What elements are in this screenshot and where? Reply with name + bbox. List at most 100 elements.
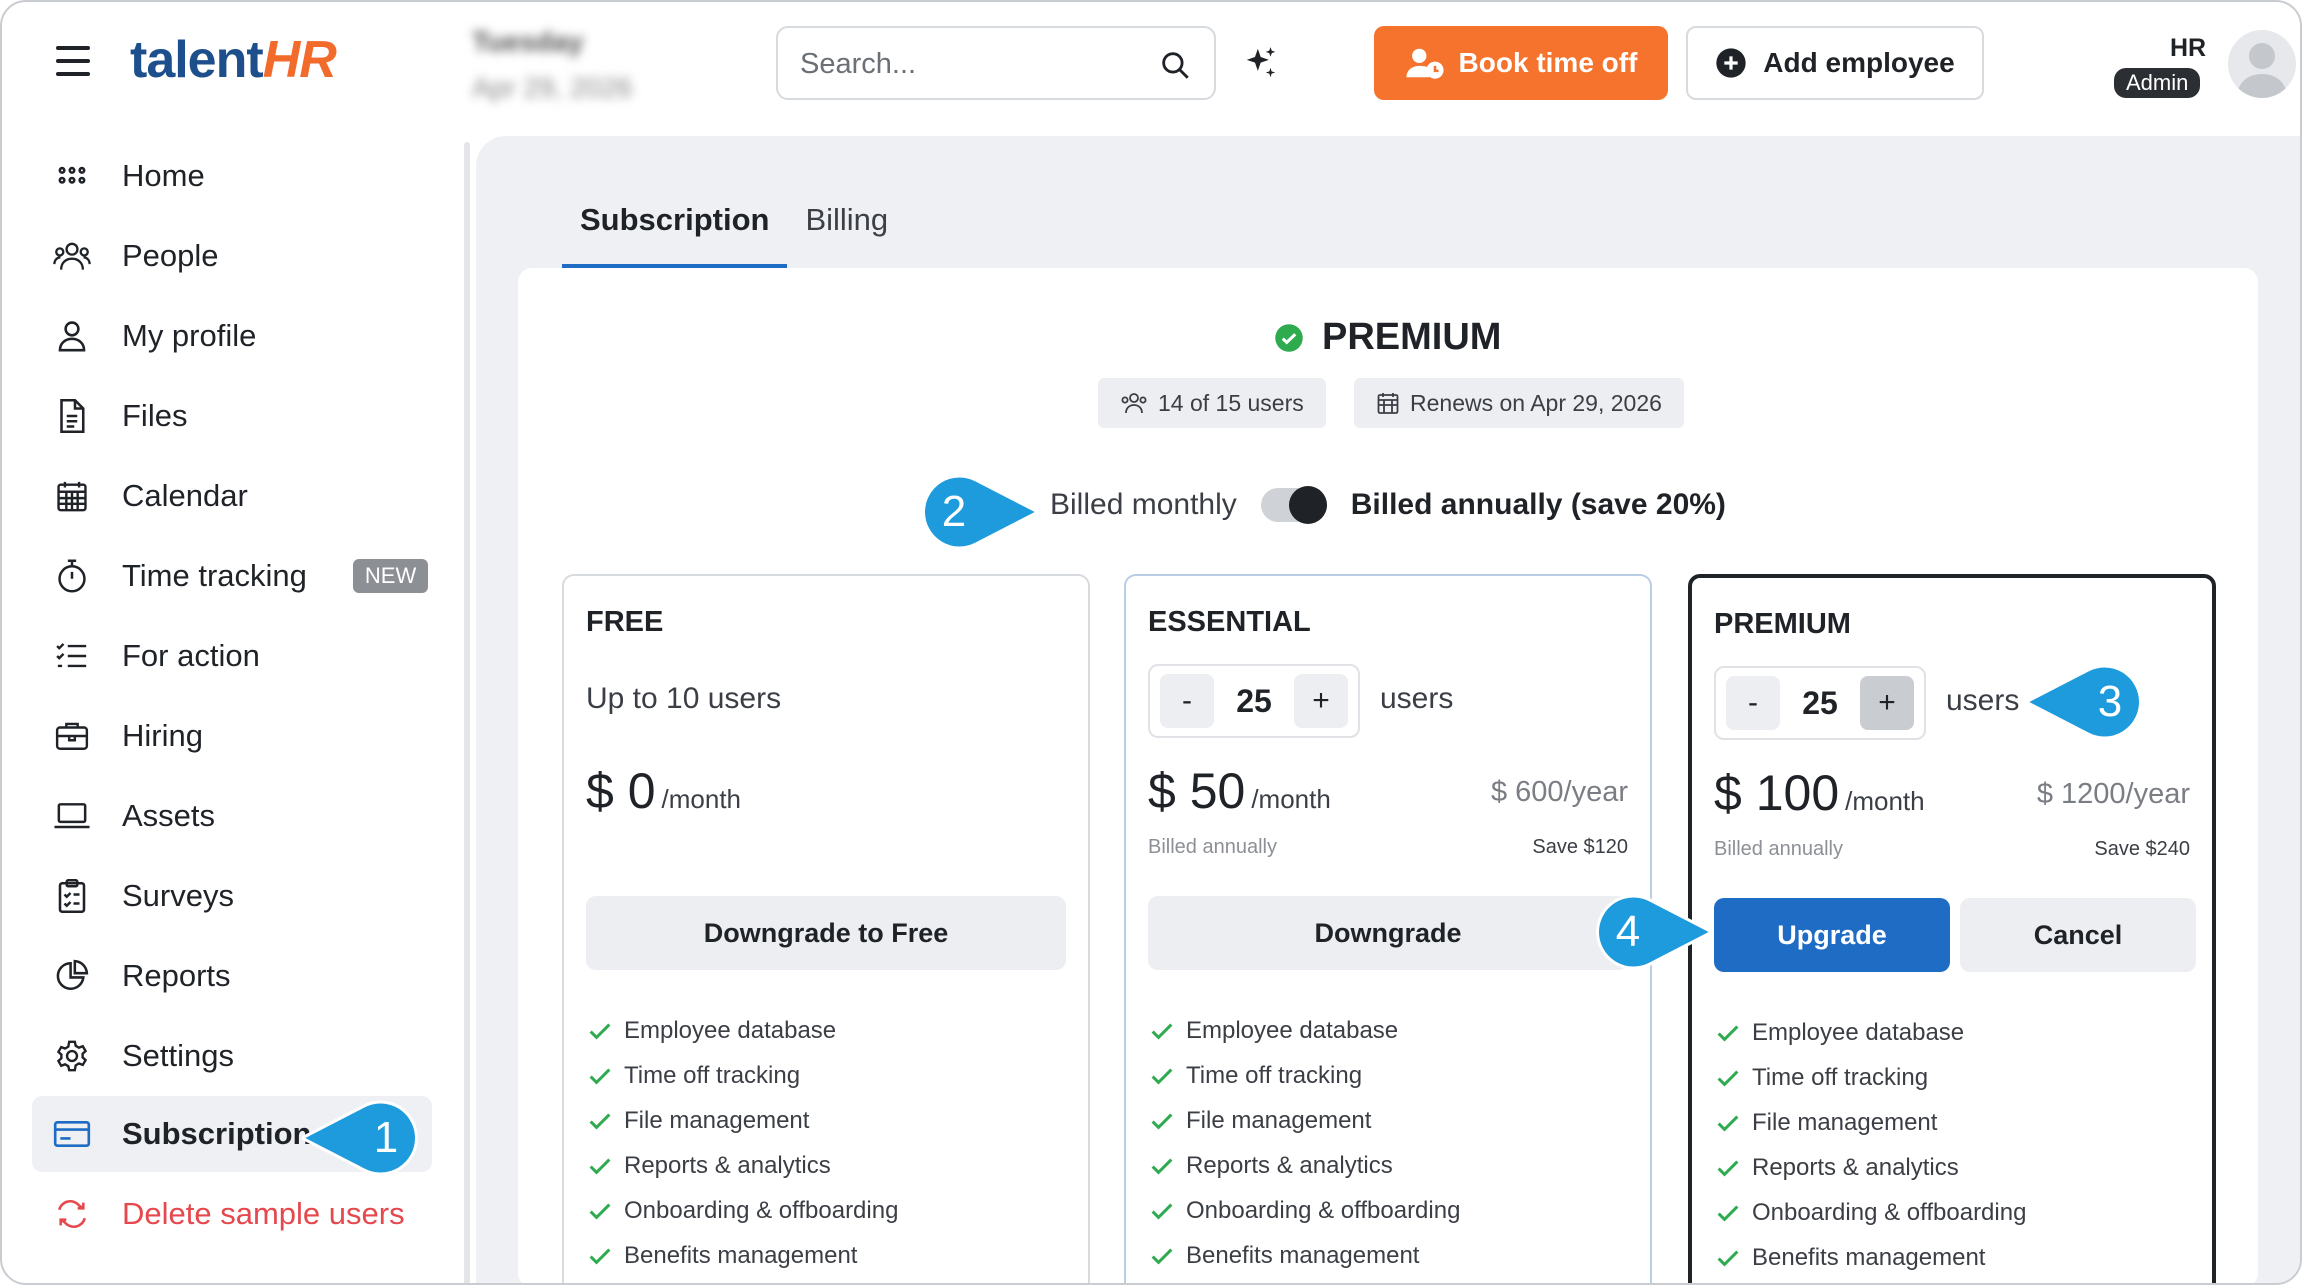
plan-card-free: FREE Up to 10 users $ 0/month Downgrade … [562, 574, 1090, 1283]
callout-marker-2: 2 [908, 472, 1088, 552]
current-date: Tuesday Apr 29, 2026 [472, 26, 633, 103]
users-stepper: - 25 + [1714, 666, 1926, 740]
tab-billing[interactable]: Billing [787, 192, 906, 270]
talenthr-logo[interactable]: talentHR [130, 30, 337, 90]
list-item: Time off tracking [1148, 1053, 1460, 1098]
checkmark-icon [1151, 1158, 1173, 1175]
people-icon [1121, 393, 1147, 414]
sidebar-item-delete-sample-users[interactable]: Delete sample users [32, 1176, 432, 1252]
downgrade-button[interactable]: Downgrade [1148, 896, 1628, 970]
refresh-icon [52, 1194, 92, 1234]
sidebar-item-for-action[interactable]: For action [32, 618, 432, 694]
stopwatch-icon [52, 556, 92, 596]
billing-period-toggle[interactable] [1260, 486, 1327, 524]
checkmark-icon [589, 1068, 611, 1085]
list-item: Reports & analytics [586, 1143, 898, 1188]
checklist-icon [52, 636, 92, 676]
file-icon [52, 396, 92, 436]
plan-name: ESSENTIAL [1148, 606, 1311, 638]
increment-users-button[interactable]: + [1294, 674, 1348, 728]
search-icon[interactable] [1158, 48, 1192, 82]
sidebar-item-hiring[interactable]: Hiring [32, 698, 432, 774]
checkmark-icon [1151, 1113, 1173, 1130]
checkmark-icon [589, 1023, 611, 1040]
checkmark-icon [1717, 1070, 1739, 1087]
avatar[interactable] [2228, 30, 2296, 98]
hamburger-menu-icon[interactable] [56, 46, 90, 76]
users-unit-label: users [1946, 684, 2020, 717]
checkmark-icon [589, 1113, 611, 1130]
sidebar-item-home[interactable]: Home [32, 138, 432, 214]
plan-price: $ 100/month [1714, 765, 1925, 821]
list-item: File management [1714, 1100, 2026, 1145]
list-item: File management [1148, 1098, 1460, 1143]
sidebar-item-people[interactable]: People [32, 218, 432, 294]
ai-sparkle-icon[interactable] [1242, 44, 1280, 82]
sidebar-item-reports[interactable]: Reports [32, 938, 432, 1014]
sidebar-item-assets[interactable]: Assets [32, 778, 432, 854]
list-item: Employee database [1714, 1010, 2026, 1055]
tab-bar: Subscription Billing [562, 192, 906, 270]
list-item: Time off tracking [1714, 1055, 2026, 1100]
credit-card-icon [52, 1114, 92, 1154]
plan-price: $ 50/month [1148, 763, 1331, 819]
sidebar-item-surveys[interactable]: Surveys [32, 858, 432, 934]
calendar-icon [52, 476, 92, 516]
sidebar-item-calendar[interactable]: Calendar [32, 458, 432, 534]
list-item: Reports & analytics [1714, 1145, 2026, 1190]
yearly-price: $ 600/year [1490, 776, 1628, 808]
sidebar-item-time-tracking[interactable]: Time tracking NEW [32, 538, 432, 614]
tab-subscription[interactable]: Subscription [562, 192, 788, 270]
pie-chart-icon [52, 956, 92, 996]
clipboard-icon [52, 876, 92, 916]
checkmark-icon [1717, 1025, 1739, 1042]
downgrade-to-free-button[interactable]: Downgrade to Free [586, 896, 1066, 970]
app-window: talentHR Tuesday Apr 29, 2026 Book time … [0, 0, 2302, 1285]
grid-icon [52, 156, 92, 196]
plan-users-limit: Up to 10 users [586, 682, 782, 715]
add-employee-button[interactable]: Add employee [1686, 26, 1984, 100]
plan-name: PREMIUM [1714, 608, 1851, 640]
sidebar-item-settings[interactable]: Settings [32, 1018, 432, 1094]
list-item: Employee database [586, 1008, 898, 1053]
admin-badge: Admin [2114, 68, 2201, 98]
billed-annually-label[interactable]: Billed annually (save 20%) [1351, 488, 1726, 522]
plus-circle-icon [1716, 48, 1746, 78]
user-icon [52, 316, 92, 356]
list-item: Onboarding & offboarding [1148, 1188, 1460, 1233]
briefcase-icon [52, 716, 92, 756]
sidebar-item-files[interactable]: Files [32, 378, 432, 454]
sidebar-item-my-profile[interactable]: My profile [32, 298, 432, 374]
user-clock-icon [1405, 48, 1444, 79]
gear-icon [52, 1036, 92, 1076]
people-icon [52, 236, 92, 276]
book-time-off-button[interactable]: Book time off [1374, 26, 1668, 100]
search-input[interactable] [800, 46, 1140, 82]
increment-users-button[interactable]: + [1860, 676, 1914, 730]
list-item: Benefits management [1714, 1235, 2026, 1280]
checkmark-icon [1717, 1250, 1739, 1267]
users-stepper: - 25 + [1148, 664, 1360, 738]
callout-marker-4: 4 [1582, 892, 1762, 972]
users-count-value[interactable]: 25 [1802, 685, 1838, 722]
billing-period-toggle-row: Billed monthly Billed annually (save 20%… [1050, 486, 1726, 524]
list-item: Employee database [1148, 1008, 1460, 1053]
list-item: Benefits management [586, 1233, 898, 1278]
user-role: HR [2170, 34, 2207, 62]
decrement-users-button[interactable]: - [1726, 676, 1780, 730]
plan-card-essential: ESSENTIAL - 25 + users $ 50/month $ 600/… [1124, 574, 1652, 1283]
cancel-button[interactable]: Cancel [1960, 898, 2196, 972]
decrement-users-button[interactable]: - [1160, 674, 1214, 728]
checkmark-icon [1151, 1068, 1173, 1085]
billing-note: Billed annually [1714, 838, 1843, 860]
list-item: File management [586, 1098, 898, 1143]
checkmark-icon [1151, 1023, 1173, 1040]
new-badge: NEW [352, 559, 429, 593]
search-box[interactable] [776, 26, 1216, 100]
feature-list: Employee database Time off tracking File… [586, 1008, 898, 1278]
list-item: Reports & analytics [1148, 1143, 1460, 1188]
billing-note: Billed annually [1148, 836, 1277, 858]
checkmark-icon [589, 1203, 611, 1220]
checkmark-icon [589, 1248, 611, 1265]
users-count-value[interactable]: 25 [1236, 683, 1272, 720]
